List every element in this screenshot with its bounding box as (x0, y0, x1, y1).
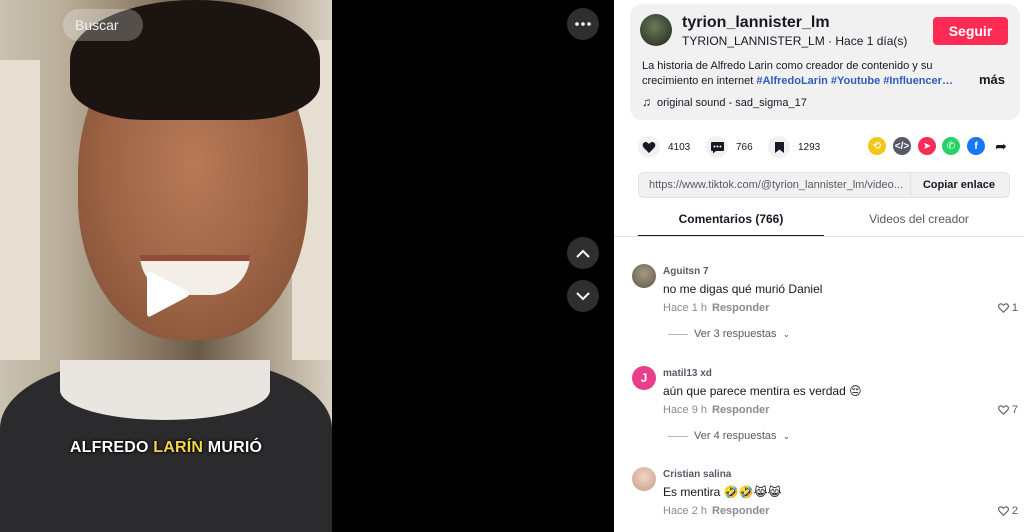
comment-username[interactable]: Aguitsn 7 (663, 266, 709, 277)
tab-creator-videos[interactable]: Videos del creador (826, 212, 1012, 226)
comment-avatar[interactable] (632, 264, 656, 288)
follow-button[interactable]: Seguir (933, 17, 1008, 45)
author-display-name: TYRION_LANNISTER_LM (682, 34, 825, 48)
comment-time: Hace 1 h (663, 302, 708, 314)
comment-item: Cristian salina Es mentira 🤣🤣😹😹 Hace 2 h… (632, 467, 1024, 527)
previous-video-button[interactable] (567, 237, 599, 269)
comment-time: Hace 2 h (663, 505, 708, 517)
comment-button[interactable]: 766 (706, 136, 753, 158)
post-time: Hace 1 día(s) (835, 34, 908, 48)
comment-avatar[interactable] (632, 467, 656, 491)
author-meta: TYRION_LANNISTER_LM · Hace 1 día(s) (682, 34, 908, 48)
reply-button[interactable]: Responder (712, 404, 769, 416)
send-icon[interactable]: ➤ (918, 137, 936, 155)
background-building (0, 60, 40, 360)
more-link[interactable]: más (979, 72, 1005, 87)
comment-avatar[interactable]: J (632, 366, 656, 390)
more-horizontal-icon (575, 22, 591, 26)
facebook-icon[interactable]: f (967, 137, 985, 155)
whatsapp-icon[interactable]: ✆ (942, 137, 960, 155)
comment-like-count: 1 (1011, 302, 1018, 314)
embed-icon[interactable]: </> (893, 137, 911, 155)
repost-icon[interactable]: ⟲ (868, 137, 886, 155)
comment-like-count: 2 (1011, 505, 1018, 517)
save-button[interactable]: 1293 (768, 136, 820, 158)
more-options-button[interactable] (567, 8, 599, 40)
tab-comments[interactable]: Comentarios (766) (638, 212, 824, 226)
heart-outline-icon (997, 405, 1009, 415)
music-note-icon: ♫ (642, 95, 651, 109)
comment-item: J matil13 xd aún que parece mentira es v… (632, 366, 1024, 446)
like-button[interactable]: 4103 (638, 136, 690, 158)
like-count: 4103 (668, 141, 691, 153)
search-input[interactable]: Buscar (63, 9, 143, 41)
heart-outline-icon (997, 303, 1009, 313)
details-panel: tyrion_lannister_lm TYRION_LANNISTER_LM … (614, 0, 1024, 532)
view-replies-button[interactable]: Ver 4 respuestas ⌄ (668, 430, 790, 442)
share-link-url[interactable]: https://www.tiktok.com/@tyrion_lannister… (649, 179, 909, 191)
heart-outline-icon (997, 506, 1009, 516)
tab-divider (614, 236, 1024, 237)
share-arrow-icon[interactable]: ➦ (992, 137, 1010, 155)
chevron-down-icon: ⌄ (782, 328, 791, 339)
next-video-button[interactable] (567, 280, 599, 312)
comment-time: Hace 9 h (663, 404, 708, 416)
comment-text: aún que parece mentira es verdad 😔 (663, 384, 862, 398)
reply-button[interactable]: Responder (712, 505, 769, 517)
comment-like-button[interactable]: 2 (997, 505, 1018, 517)
chevron-down-icon: ⌄ (782, 430, 791, 441)
copy-link-button[interactable]: Copiar enlace (909, 173, 1007, 197)
sound-link[interactable]: ♫ original sound - sad_sigma_17 (642, 95, 807, 109)
author-avatar[interactable] (640, 14, 672, 46)
share-link-box: https://www.tiktok.com/@tyrion_lannister… (638, 172, 1010, 198)
chevron-down-icon (576, 291, 590, 300)
comment-like-button[interactable]: 7 (997, 404, 1018, 416)
video-area[interactable]: Buscar ALFREDO LARÍN MURIÓ (0, 0, 614, 532)
video-frame[interactable]: Buscar ALFREDO LARÍN MURIÓ (0, 0, 332, 532)
view-replies-button[interactable]: Ver 3 respuestas ⌄ (668, 328, 790, 340)
caption-highlight: LARÍN (153, 439, 204, 456)
author-username[interactable]: tyrion_lannister_lm (682, 14, 830, 32)
comment-like-button[interactable]: 1 (997, 302, 1018, 314)
video-caption: ALFREDO LARÍN MURIÓ (69, 439, 263, 456)
comment-text: no me digas qué murió Daniel (663, 282, 823, 296)
comment-icon (706, 136, 728, 158)
play-icon[interactable] (145, 268, 191, 320)
video-subject-collar (60, 360, 270, 420)
heart-icon (638, 136, 660, 158)
comment-like-count: 7 (1011, 404, 1018, 416)
comment-count: 766 (736, 141, 753, 153)
comment-text: Es mentira 🤣🤣😹😹 (663, 485, 782, 499)
post-hashtags[interactable]: #AlfredoLarin #Youtube #Influencer… (756, 75, 953, 87)
comment-username[interactable]: matil13 xd (663, 368, 712, 379)
comment-username[interactable]: Cristian salina (663, 469, 731, 480)
reply-button[interactable]: Responder (712, 302, 769, 314)
chevron-up-icon (576, 249, 590, 258)
bookmark-icon (768, 136, 790, 158)
comment-item: Aguitsn 7 no me digas qué murió Daniel H… (632, 264, 1024, 344)
post-description: La historia de Alfredo Larin como creado… (642, 60, 953, 87)
save-count: 1293 (798, 141, 821, 153)
